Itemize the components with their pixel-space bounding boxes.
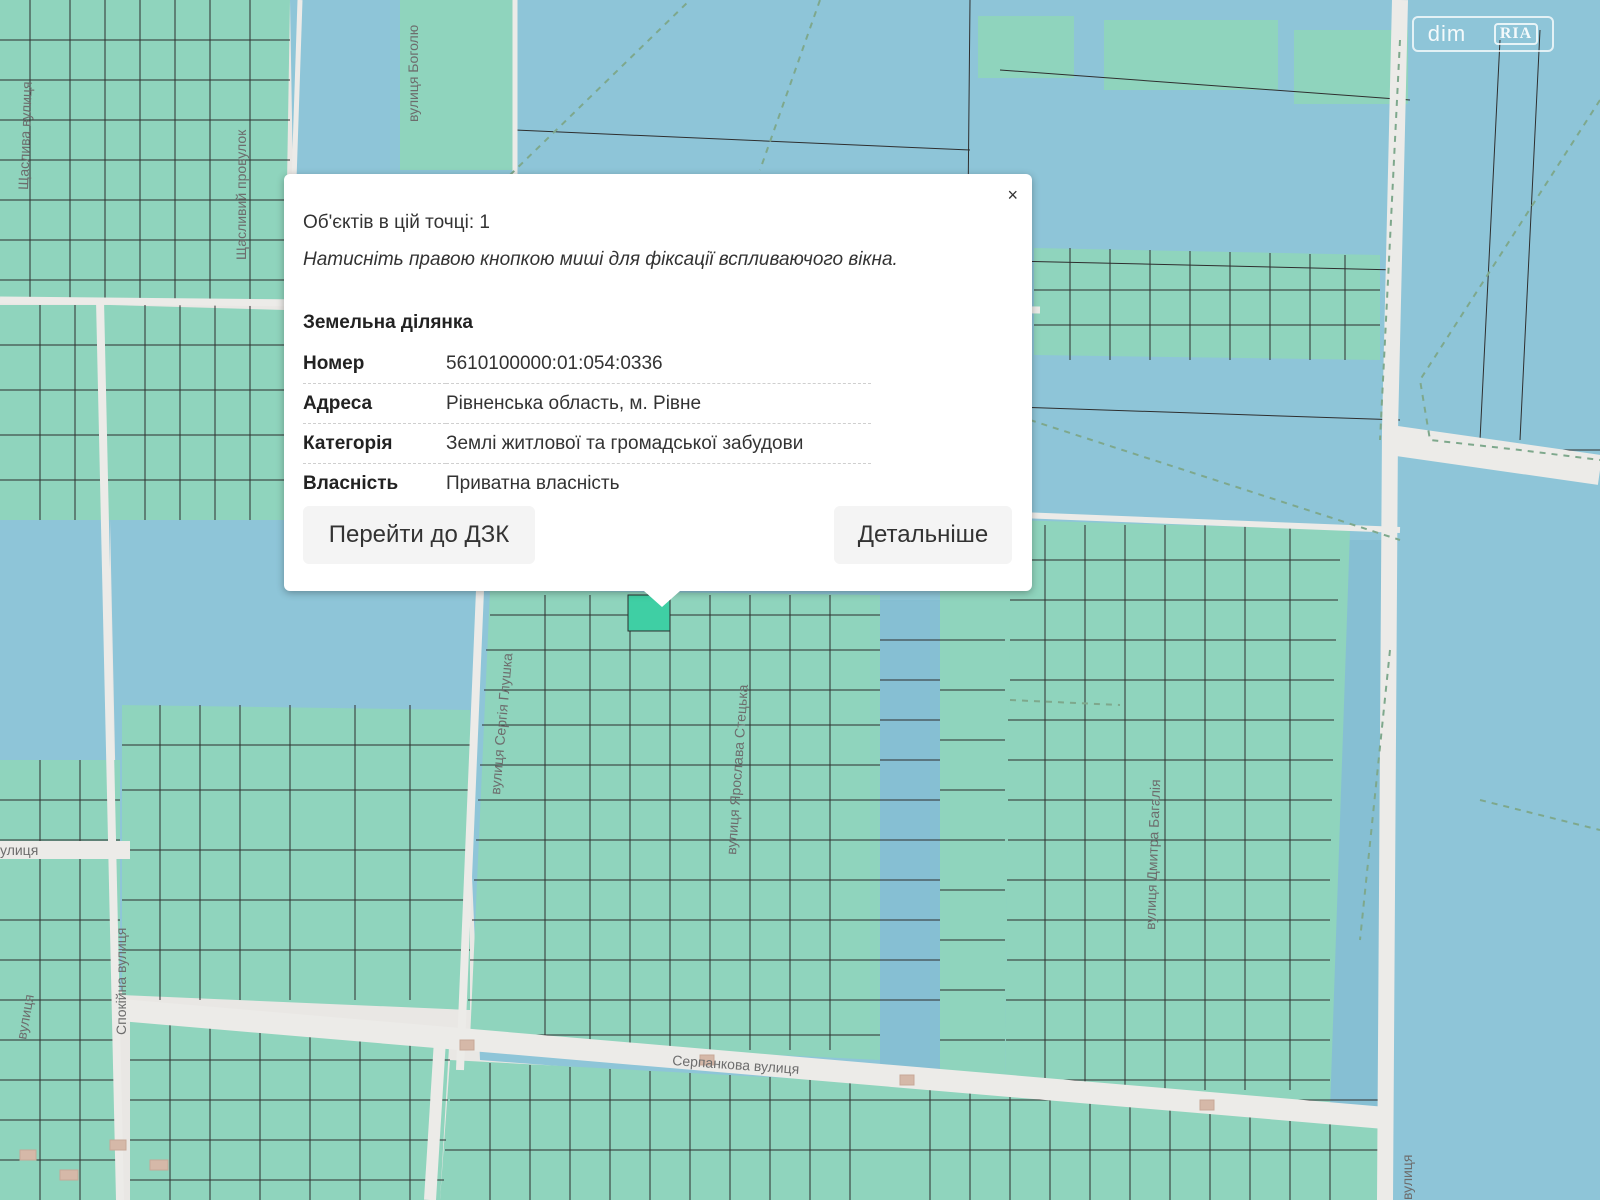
attribute-key: Категорія	[303, 423, 446, 464]
attribute-row: Власність Приватна власність	[303, 464, 871, 504]
attribute-key: Адреса	[303, 383, 446, 424]
attribute-row: Номер 5610100000:01:054:0336	[303, 344, 871, 384]
details-button[interactable]: Детальніше	[834, 506, 1012, 564]
go-to-dzk-button[interactable]: Перейти до ДЗК	[303, 506, 535, 564]
street-label-spokiina: Спокійна вулиця	[113, 928, 129, 1035]
close-icon[interactable]: ×	[1007, 186, 1018, 204]
street-label-left-lytsia: улиця	[0, 842, 38, 858]
section-title: Земельна ділянка	[303, 312, 473, 333]
attribute-key: Номер	[303, 344, 446, 384]
attribute-value: 5610100000:01:054:0336	[446, 344, 871, 384]
street-label-shchaslyvyi: Щасливий провулок	[233, 129, 249, 260]
popup-pointer	[644, 591, 680, 607]
watermark-dim-text: dim	[1427, 21, 1467, 46]
parcel-info-popup: × Об'єктів в цій точці: 1 Натисніть прав…	[284, 174, 1032, 607]
attribute-key: Власність	[303, 472, 399, 494]
attribute-row: Адреса Рівненська область, м. Рівне	[303, 383, 871, 424]
attribute-value: Рівненська область, м. Рівне	[446, 383, 871, 424]
attribute-value: Землі житлової та громадської забудови	[446, 423, 871, 464]
attribute-row: Категорія Землі житлової та громадської …	[303, 423, 871, 464]
attribute-value: Приватна власність	[446, 472, 620, 494]
street-label-bogolyu: вулиця Боголю	[405, 25, 421, 122]
watermark-ria-text: RIA	[1493, 23, 1539, 45]
street-label-right-vulytsia: вулиця	[1399, 1155, 1415, 1200]
parcel-attributes-table: Номер 5610100000:01:054:0336 Адреса Рівн…	[303, 344, 871, 503]
dim-ria-watermark: dim RIA	[1412, 16, 1554, 52]
objects-count-text: Об'єктів в цій точці: 1	[303, 212, 490, 233]
pin-popup-hint: Натисніть правою кнопкою миші для фіксац…	[303, 249, 898, 270]
